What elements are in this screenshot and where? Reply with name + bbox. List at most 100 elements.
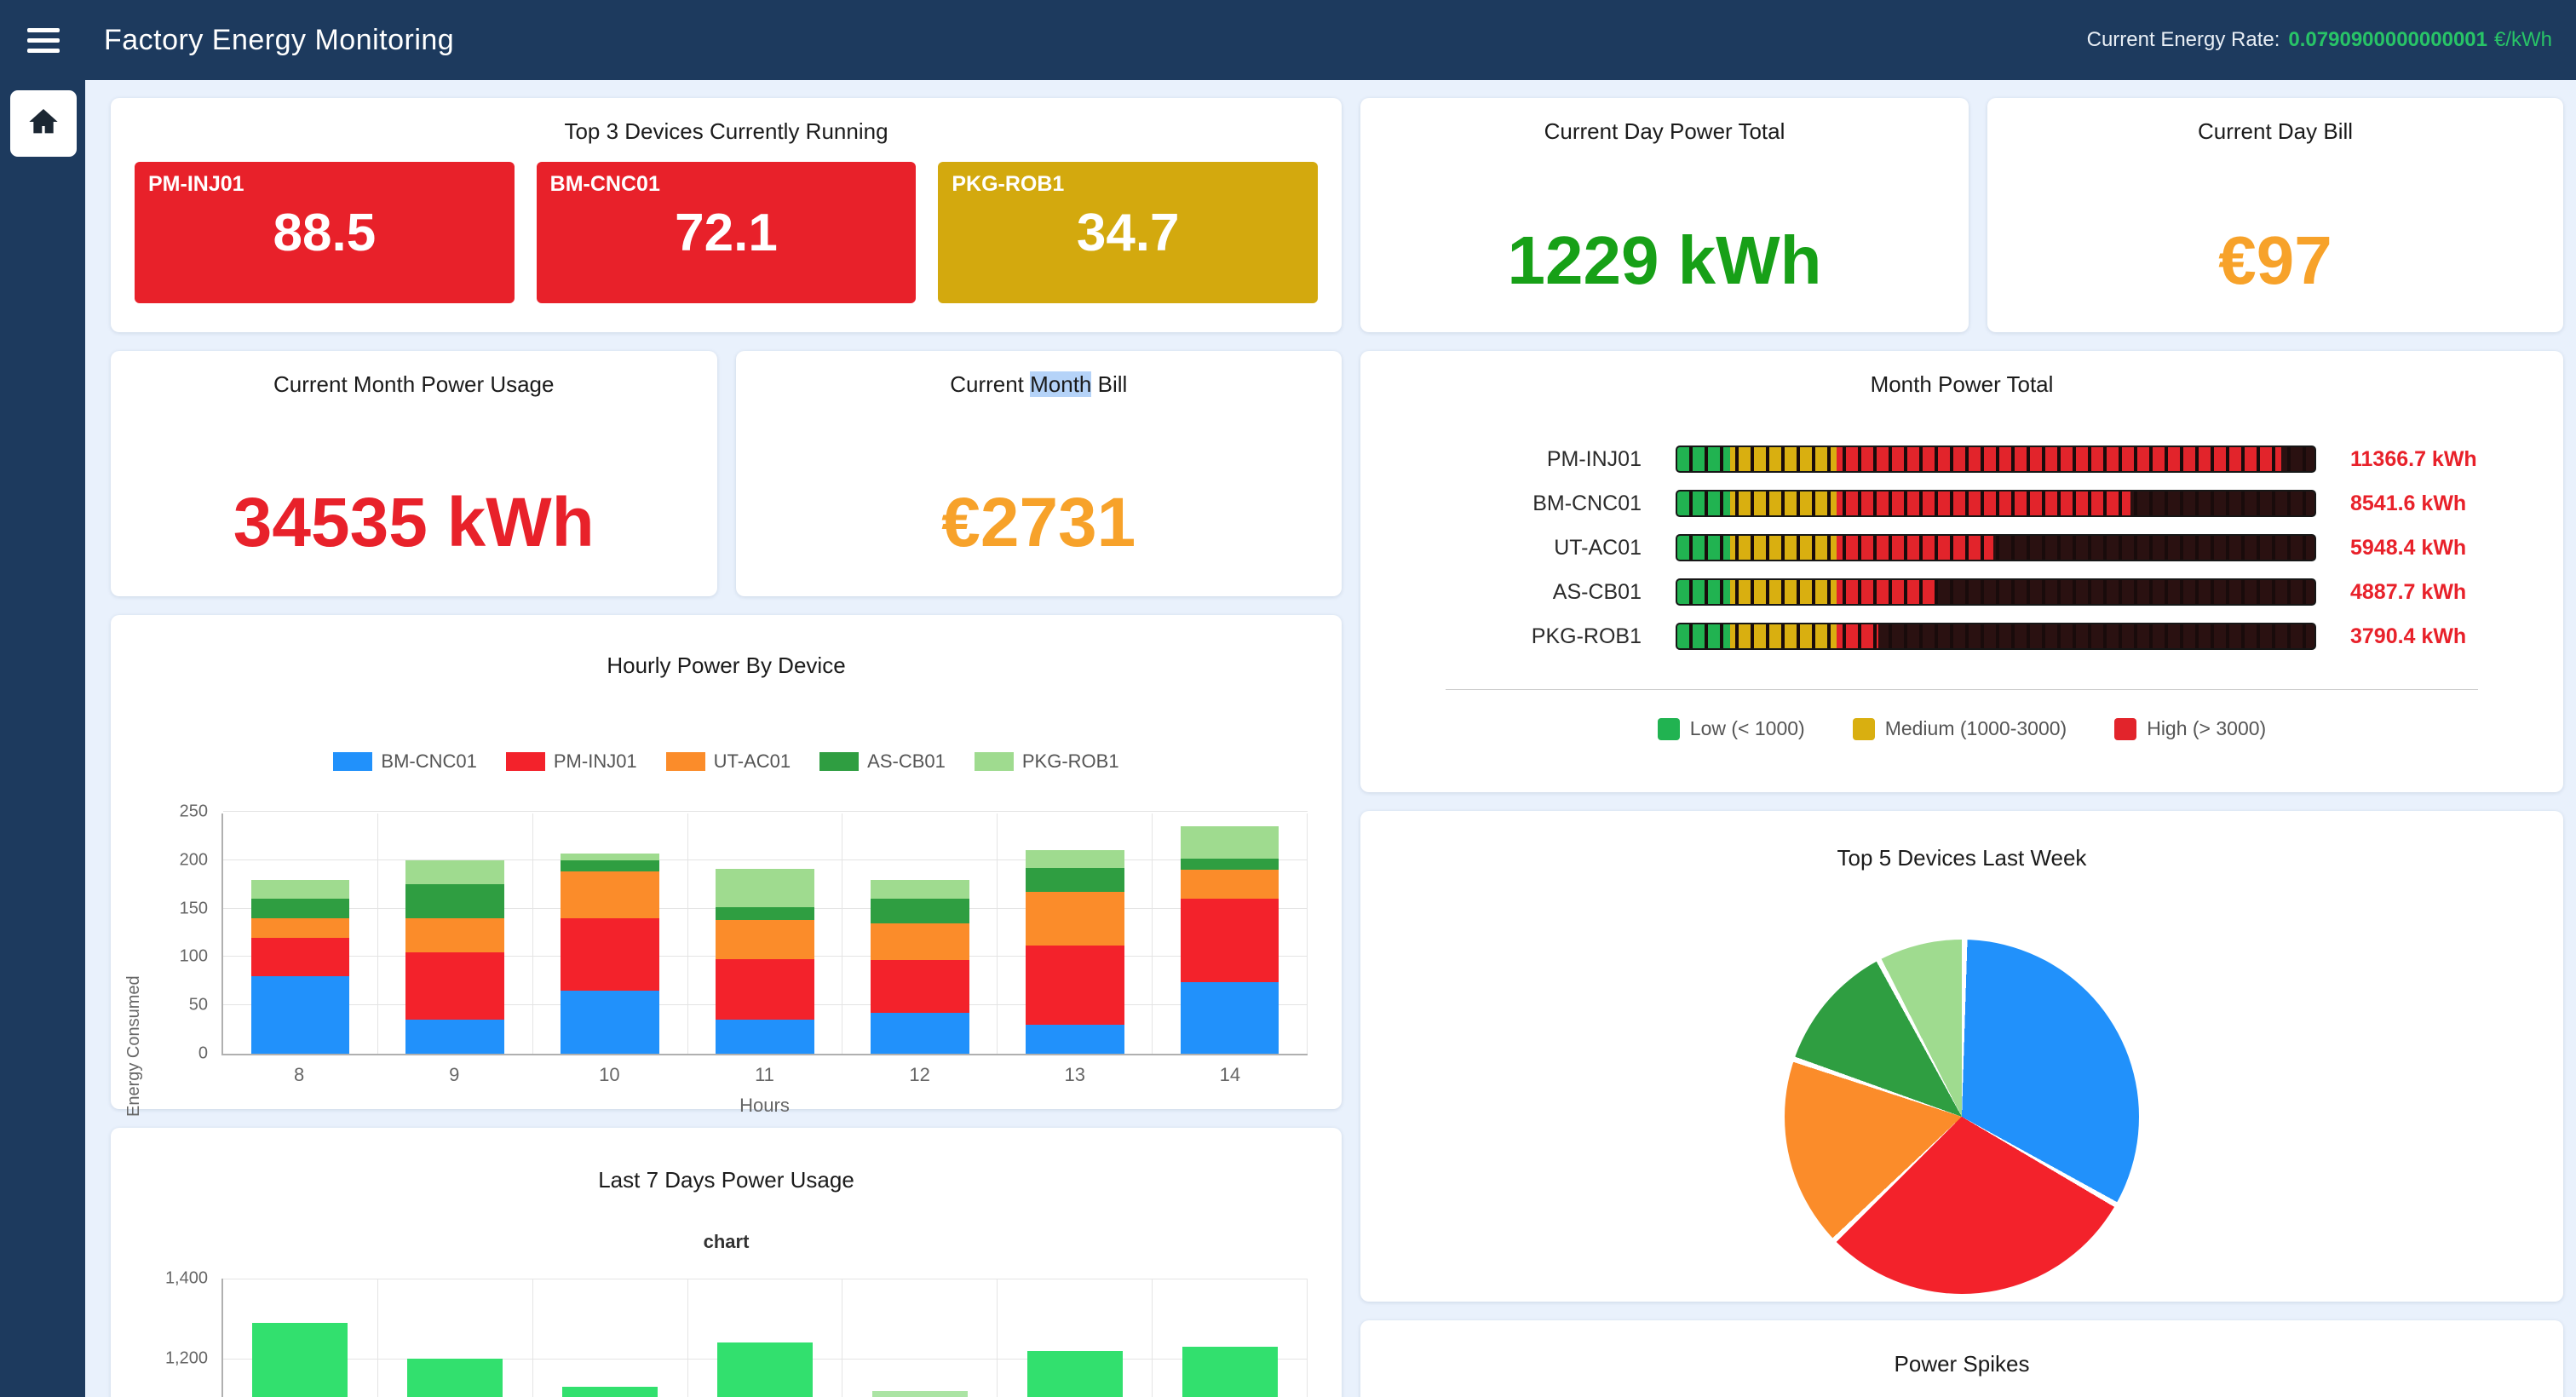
bar-segment-UT-AC01 [1181,870,1279,899]
y-tick-label: 250 [148,802,208,822]
bar-segment-AS-CB01 [1026,868,1124,892]
bar-segment-PM-INJ01 [1181,899,1279,982]
device-kwh-value: 5948.4 kWh [2350,536,2512,561]
x-tick-label: 14 [1153,1064,1308,1086]
bar-segment-BM-CNC01 [1181,982,1279,1054]
device-kwh-value: 3790.4 kWh [2350,624,2512,649]
device-kwh-value: 8541.6 kWh [2350,492,2512,516]
bar-segment-PKG-ROB1 [716,869,814,907]
bar-segment-PM-INJ01 [871,960,969,1013]
legend-item-UT-AC01[interactable]: UT-AC01 [666,750,791,773]
stacked-bar [1026,850,1124,1054]
month-total-row: UT-AC01 5948.4 kWh [1360,526,2563,570]
card-title: Top 3 Devices Currently Running [111,98,1342,145]
divider [1446,689,2478,690]
x-tick-label: 13 [998,1064,1153,1086]
day-bar [407,1359,503,1397]
bar-segment-UT-AC01 [405,918,504,952]
bar-segment-AS-CB01 [871,899,969,923]
legend-swatch [2114,718,2136,740]
bar-group [223,813,378,1054]
card-power-spikes: Power Spikes 130 [1360,1320,2563,1397]
bar-segment-PKG-ROB1 [1181,826,1279,858]
hourly-x-labels: 891011121314 [221,1064,1308,1086]
x-tick-label: 12 [842,1064,998,1086]
legend-label: AS-CB01 [867,750,946,773]
bar-group [1153,1279,1308,1397]
device-tile: PM-INJ0188.5 [135,162,515,303]
bar-segment-PM-INJ01 [716,959,814,1020]
bar-segment-AS-CB01 [716,907,814,920]
y-tick-label: 50 [148,996,208,1015]
month-bill-value: €2731 [736,483,1343,563]
bar-group [223,1279,378,1397]
day-total-value: 1229 kWh [1360,221,1969,300]
day-bar [872,1391,968,1397]
home-button[interactable] [10,90,77,157]
legend-item: Medium (1000-3000) [1853,717,2067,740]
device-label: PM-INJ01 [1514,447,1642,472]
card-title: Current Month Bill [736,351,1343,398]
bar-segment-UT-AC01 [871,923,969,960]
bar-segment-UT-AC01 [561,871,659,918]
device-kwh-value: 11366.7 kWh [2350,447,2512,472]
legend-label: UT-AC01 [714,750,791,773]
bar-group [842,813,998,1054]
stacked-bar [871,880,969,1054]
stacked-bar [716,869,814,1054]
card-title: Last 7 Days Power Usage [111,1128,1342,1193]
bar-group [842,1279,998,1397]
device-name: PKG-ROB1 [952,172,1064,197]
bar-group [688,1279,843,1397]
legend-item-BM-CNC01[interactable]: BM-CNC01 [333,750,476,773]
legend-item-PKG-ROB1[interactable]: PKG-ROB1 [975,750,1119,773]
bar-group [378,1279,533,1397]
bar-segment-AS-CB01 [405,884,504,918]
card-month-total: Month Power Total PM-INJ0111366.7 kWhBM-… [1360,351,2563,792]
card-title: Hourly Power By Device [111,615,1342,679]
device-label: PKG-ROB1 [1514,624,1642,649]
device-tile: BM-CNC0172.1 [537,162,917,303]
card-title: Top 5 Devices Last Week [1360,811,2563,871]
energy-rate-value: 0.0790900000000001 [2288,28,2487,51]
bar-group [378,813,533,1054]
y-tick-label: 150 [148,899,208,918]
legend-swatch [333,752,372,771]
bar-group [688,813,843,1054]
bar-groups [223,813,1308,1054]
bar-segmentation-overlay [1677,536,2314,560]
bar-segment-BM-CNC01 [251,976,350,1054]
menu-icon[interactable] [27,22,60,59]
bar-segment-BM-CNC01 [716,1020,814,1054]
legend-item-PM-INJ01[interactable]: PM-INJ01 [506,750,637,773]
hourly-legend: BM-CNC01 PM-INJ01 UT-AC01 AS-CB01 PKG-ROB1 [111,750,1342,773]
bar-segment-PM-INJ01 [561,918,659,991]
legend-swatch [1658,718,1680,740]
legend-item-AS-CB01[interactable]: AS-CB01 [819,750,946,773]
stacked-bar [561,854,659,1054]
x-tick-label: 9 [377,1064,532,1086]
device-label: BM-CNC01 [1514,492,1642,516]
bar-group [533,813,688,1054]
bar-group [533,1279,688,1397]
stacked-bar [405,860,504,1054]
day-bar [1027,1351,1123,1397]
device-label: UT-AC01 [1514,536,1642,561]
card-month-bill: Current Month Bill €2731 [736,351,1343,596]
hourly-plot: 050100150200250 [221,813,1308,1055]
month-total-bar [1676,490,2316,517]
legend-label: BM-CNC01 [381,750,476,773]
bar-segment-PM-INJ01 [251,938,350,976]
x-tick-label: 8 [221,1064,377,1086]
legend-label: PKG-ROB1 [1022,750,1119,773]
month-total-bar [1676,534,2316,561]
month-total-bar [1676,446,2316,473]
y-tick-label: 1,400 [148,1269,208,1289]
card-top-devices: Top 3 Devices Currently Running PM-INJ01… [111,98,1342,332]
month-gauge-legend: Low (< 1000)Medium (1000-3000)High (> 30… [1360,717,2563,740]
legend-swatch [819,752,859,771]
legend-swatch [1853,718,1875,740]
dashboard: Top 3 Devices Currently Running PM-INJ01… [85,80,2576,1397]
y-tick-label: 0 [148,1044,208,1064]
device-kwh-value: 4887.7 kWh [2350,580,2512,605]
